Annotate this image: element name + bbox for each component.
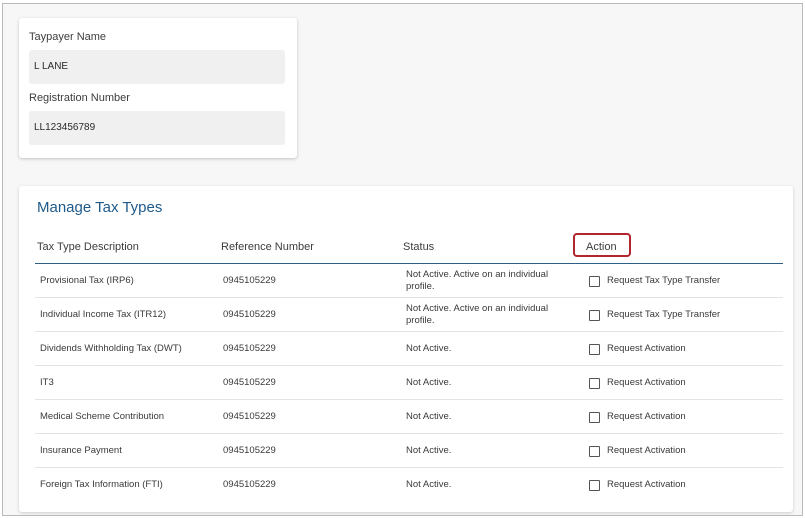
action-option[interactable]: Request Tax Type Transfer: [589, 298, 779, 332]
action-option[interactable]: Request Tax Type Transfer: [589, 264, 779, 298]
registration-number-label: Registration Number: [29, 92, 130, 104]
reference-number: 0945105229: [223, 445, 276, 456]
tax-type-description: IT3: [40, 377, 54, 388]
tax-type-description: Dividends Withholding Tax (DWT): [40, 343, 182, 354]
action-label: Request Activation: [607, 377, 686, 388]
status-text: Not Active.: [406, 411, 452, 422]
action-label: Request Activation: [607, 445, 686, 456]
taxpayer-name-value: L LANE: [34, 61, 69, 72]
app-frame: Taypayer Name L LANE Registration Number…: [2, 3, 803, 516]
table-row: Individual Income Tax (ITR12) 0945105229…: [35, 298, 783, 332]
status-text: Not Active. Active on an individual prof…: [406, 269, 549, 292]
manage-tax-types-card: Manage Tax Types Tax Type Description Re…: [19, 186, 793, 512]
tax-type-description: Insurance Payment: [40, 445, 122, 456]
reference-number: 0945105229: [223, 275, 276, 286]
request-activation-checkbox[interactable]: [589, 377, 600, 389]
status-text: Not Active.: [406, 479, 452, 490]
action-label: Request Activation: [607, 479, 686, 490]
request-activation-checkbox[interactable]: [589, 343, 600, 355]
action-option[interactable]: Request Activation: [589, 332, 779, 366]
action-option[interactable]: Request Activation: [589, 468, 779, 502]
table-row: IT3 0945105229 Not Active. Request Activ…: [35, 366, 783, 400]
status-text: Not Active.: [406, 445, 452, 456]
column-header-status: Status: [403, 241, 435, 253]
table-row: Provisional Tax (IRP6) 0945105229 Not Ac…: [35, 264, 783, 298]
reference-number: 0945105229: [223, 411, 276, 422]
column-header-description: Tax Type Description: [37, 241, 139, 253]
action-option[interactable]: Request Activation: [589, 366, 779, 400]
action-label: Request Tax Type Transfer: [607, 309, 721, 320]
reference-number: 0945105229: [223, 479, 276, 490]
tax-type-description: Medical Scheme Contribution: [40, 411, 165, 422]
action-label: Request Activation: [607, 343, 686, 354]
tax-type-description: Foreign Tax Information (FTI): [40, 479, 163, 490]
status-text: Not Active.: [406, 377, 452, 388]
tax-type-description: Individual Income Tax (ITR12): [40, 309, 167, 320]
column-header-reference: Reference Number: [221, 241, 314, 253]
reference-number: 0945105229: [223, 377, 276, 388]
table-row: Dividends Withholding Tax (DWT) 09451052…: [35, 332, 783, 366]
tax-type-description: Provisional Tax (IRP6): [40, 275, 134, 286]
action-label: Request Tax Type Transfer: [607, 275, 721, 286]
request-activation-checkbox[interactable]: [589, 445, 600, 457]
section-title: Manage Tax Types: [37, 199, 163, 216]
taxpayer-details-card: Taypayer Name L LANE Registration Number…: [19, 18, 297, 158]
action-option[interactable]: Request Activation: [589, 434, 779, 468]
table-row: Medical Scheme Contribution 0945105229 N…: [35, 400, 783, 434]
request-tax-type-transfer-checkbox[interactable]: [589, 275, 600, 287]
reference-number: 0945105229: [223, 309, 276, 320]
status-text: Not Active.: [406, 343, 452, 354]
request-activation-checkbox[interactable]: [589, 411, 600, 423]
action-option[interactable]: Request Activation: [589, 400, 779, 434]
status-text: Not Active. Active on an individual prof…: [406, 303, 549, 326]
registration-number-field: LL123456789: [29, 111, 285, 145]
registration-number-value: LL123456789: [34, 122, 96, 133]
taxpayer-name-field: L LANE: [29, 50, 285, 84]
action-label: Request Activation: [607, 411, 686, 422]
column-header-action: Action: [586, 241, 617, 253]
tax-types-table: Provisional Tax (IRP6) 0945105229 Not Ac…: [35, 264, 783, 502]
taxpayer-name-label: Taypayer Name: [29, 31, 107, 43]
request-tax-type-transfer-checkbox[interactable]: [589, 309, 600, 321]
table-row: Insurance Payment 0945105229 Not Active.…: [35, 434, 783, 468]
request-activation-checkbox[interactable]: [589, 479, 600, 491]
reference-number: 0945105229: [223, 343, 276, 354]
table-row: Foreign Tax Information (FTI) 0945105229…: [35, 468, 783, 502]
